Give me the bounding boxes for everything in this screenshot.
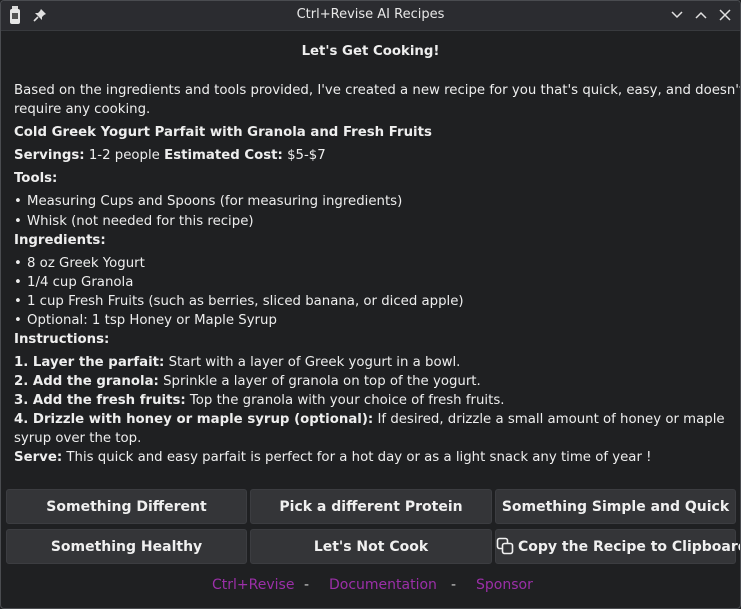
list-item: • Whisk (not needed for this recipe) [14,214,254,229]
instruction-step: 3. Add the fresh fruits: Top the granola… [14,393,505,408]
intro-line-2: require any cooking. [14,102,151,117]
documentation-link[interactable]: Documentation [329,577,437,593]
app-window: Ctrl+Revise AI Recipes Let's Get Cooking… [0,0,741,609]
serve-line: Serve: This quick and easy parfait is pe… [14,450,652,465]
instruction-step: 4. Drizzle with honey or maple syrup (op… [14,412,725,427]
healthy-button[interactable]: Something Healthy [6,529,247,564]
intro-line-1: Based on the ingredients and tools provi… [14,83,741,98]
close-icon[interactable] [717,7,733,23]
sponsor-link[interactable]: Sponsor [476,577,533,593]
servings-value: 1-2 people [88,148,160,163]
different-protein-button[interactable]: Pick a different Protein [250,489,492,524]
copy-recipe-label: Copy the Recipe to Clipboard [518,539,741,555]
list-item: • 1/4 cup Granola [14,275,134,290]
list-item: • Optional: 1 tsp Honey or Maple Syrup [14,313,277,328]
footer-separator: - [451,577,457,593]
lets-not-cook-button[interactable]: Let's Not Cook [250,529,492,564]
instruction-step: 1. Layer the parfait: Start with a layer… [14,355,461,370]
footer-separator: - [304,577,310,593]
cost-value: $5-$7 [287,148,326,163]
something-different-button[interactable]: Something Different [6,489,247,524]
simple-quick-button[interactable]: Something Simple and Quick [495,489,736,524]
instruction-step-continued: syrup over the top. [14,431,142,446]
chevron-down-icon[interactable] [669,7,685,23]
window-title: Ctrl+Revise AI Recipes [296,7,445,22]
servings-label: Servings: [14,148,85,163]
footer-links: Ctrl+Revise - Documentation - Sponsor [1,577,740,597]
tools-label: Tools: [14,171,58,186]
list-item: • 1 cup Fresh Fruits (such as berries, sl… [14,294,464,309]
recipe-name: Cold Greek Yogurt Parfait with Granola a… [14,125,432,140]
title-bar: Ctrl+Revise AI Recipes [1,1,740,31]
chevron-up-icon[interactable] [693,7,709,23]
instructions-label: Instructions: [14,332,110,347]
list-item: • 8 oz Greek Yogurt [14,256,145,271]
recipe-heading: Let's Get Cooking! [301,44,440,59]
servings-line: Servings: 1-2 people Estimated Cost: $5-… [14,146,326,165]
instruction-step: 2. Add the granola: Sprinkle a layer of … [14,374,481,389]
list-item: • Measuring Cups and Spoons (for measurin… [14,194,403,209]
ingredients-label: Ingredients: [14,233,106,248]
cost-label: Estimated Cost: [164,148,283,163]
copy-icon [496,537,514,555]
copy-recipe-button[interactable]: Copy the Recipe to Clipboard [495,529,740,564]
ctrl-revise-link[interactable]: Ctrl+Revise [212,577,294,593]
